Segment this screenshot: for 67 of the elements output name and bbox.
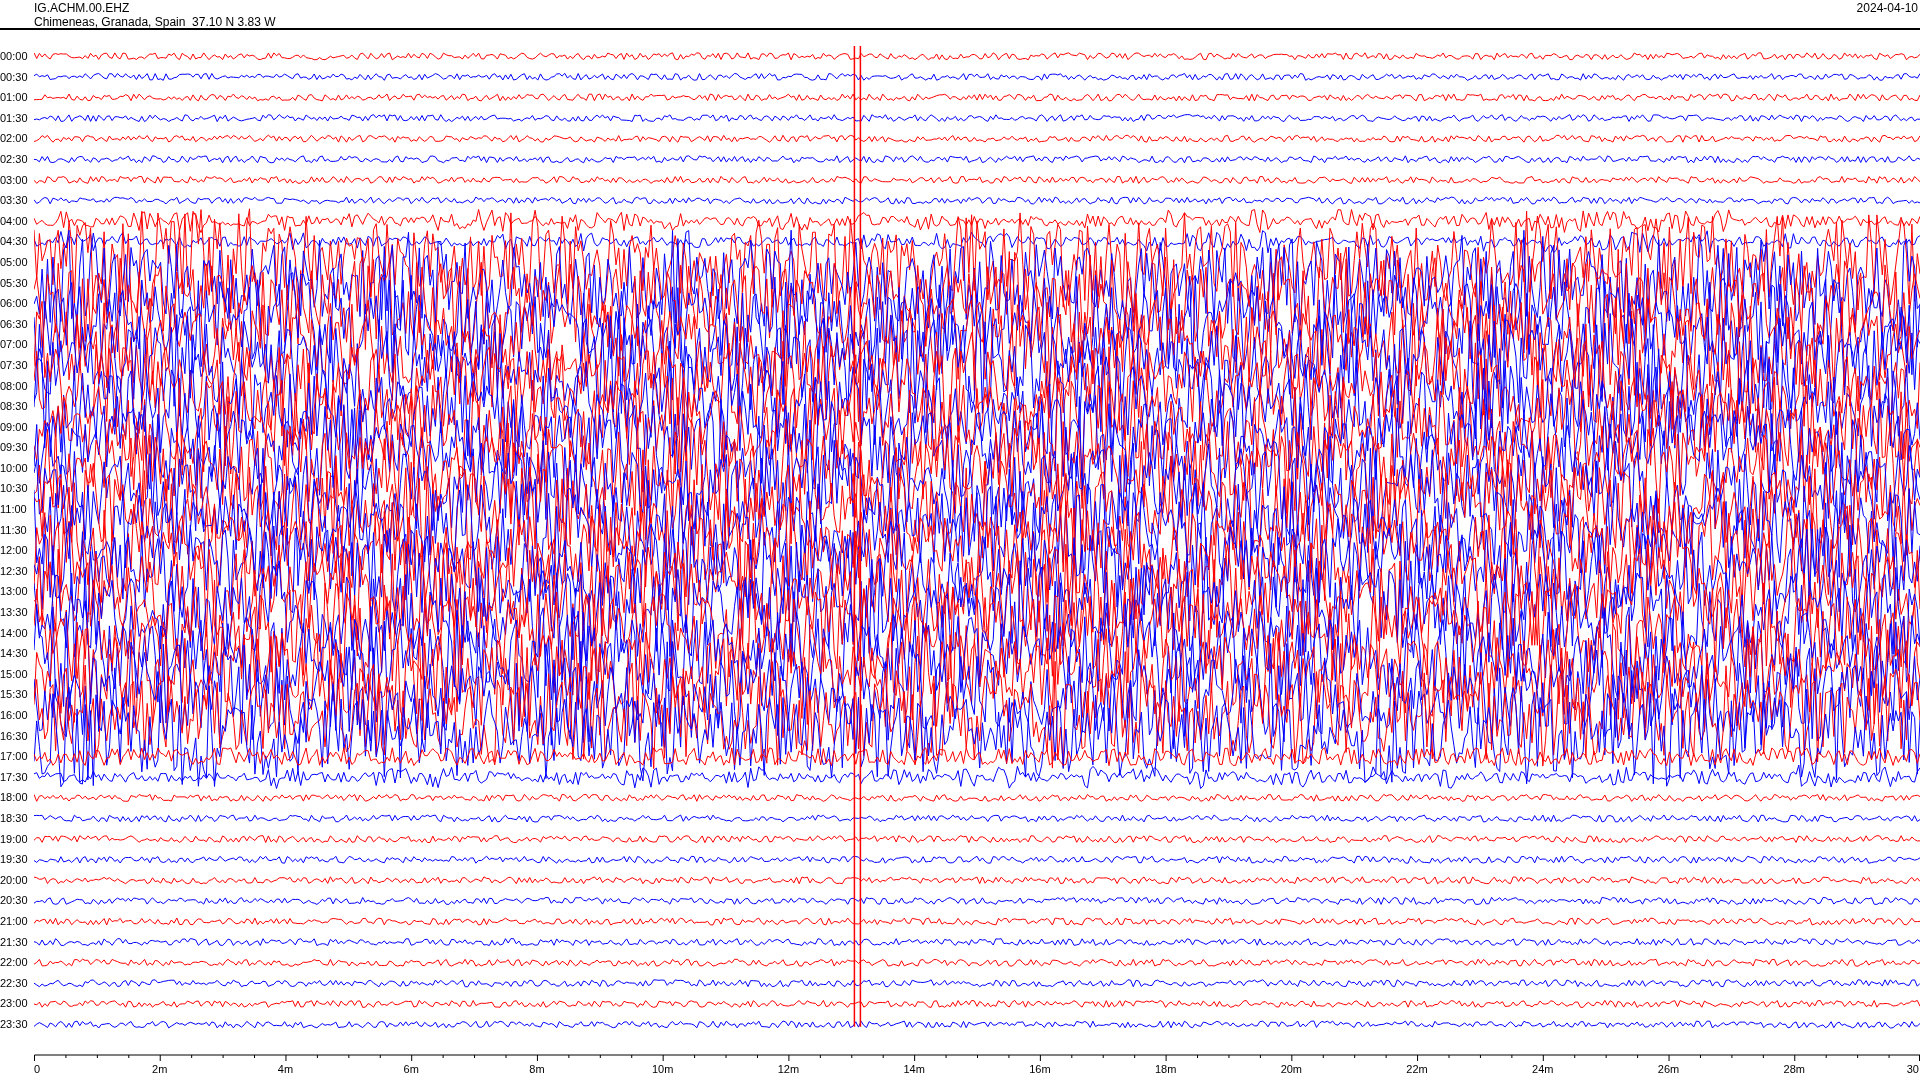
axis-tick-label: 22m (1406, 1063, 1428, 1075)
time-label: 07:30 (0, 357, 29, 373)
time-label: 08:00 (0, 378, 29, 394)
axis-tick-label: 24m (1532, 1063, 1554, 1075)
axis-tick-label: 20m (1280, 1063, 1303, 1075)
time-label: 13:00 (0, 584, 29, 600)
time-label: 16:00 (0, 708, 29, 723)
time-label: 05:00 (0, 254, 29, 270)
time-label: 05:30 (0, 275, 29, 291)
station-location: Chimeneas, Granada, Spain 37.10 N 3.83 W (34, 15, 276, 29)
time-label: 02:30 (0, 151, 29, 167)
axis-tick-label: 6m (403, 1063, 419, 1075)
time-label: 12:00 (0, 543, 29, 559)
time-label: 10:00 (0, 460, 29, 476)
time-label: 14:30 (0, 646, 29, 662)
station-code: IG.ACHM.00.EHZ (34, 1, 131, 15)
axis-tick-label: 28m (1783, 1063, 1805, 1075)
axis-tick-label: 4m (277, 1063, 294, 1075)
time-label: 03:30 (0, 193, 29, 209)
time-label: 00:30 (0, 69, 29, 85)
time-label: 06:00 (0, 296, 29, 312)
time-label: 07:00 (0, 337, 29, 353)
time-label: 02:00 (0, 131, 29, 147)
plot-date: 2024-04-10 (1856, 0, 1919, 17)
time-label: 13:30 (0, 605, 29, 621)
time-label: 21:00 (0, 913, 29, 929)
axis-tick-label: 18m (1154, 1063, 1177, 1075)
time-label: 21:30 (0, 934, 29, 950)
time-label: 11:30 (0, 522, 28, 538)
time-label: 17:30 (0, 769, 29, 785)
time-label: 00:00 (0, 49, 29, 64)
time-label: 18:30 (0, 810, 29, 826)
axis-tick-label: 14m (903, 1063, 925, 1075)
axis-tick-label: 16m (1029, 1063, 1051, 1075)
time-label: 23:30 (0, 1016, 29, 1032)
time-label: 19:30 (0, 852, 29, 868)
time-label: 11:00 (0, 502, 28, 518)
time-label: 04:00 (0, 213, 29, 229)
time-label: 23:00 (0, 996, 29, 1012)
axis-tick-label: 2m (152, 1063, 168, 1075)
axis-tick-label: 12m (777, 1063, 800, 1075)
axis-tick-label: 10m (651, 1063, 674, 1075)
time-label: 18:00 (0, 790, 29, 806)
time-label: 06:30 (0, 316, 29, 332)
time-label: 20:30 (0, 893, 29, 909)
time-label: 22:00 (0, 955, 29, 971)
time-label: 09:00 (0, 419, 29, 435)
time-label: 12:30 (0, 563, 29, 579)
axis-tick-label: 30 (1906, 1063, 1919, 1075)
time-label: 10:30 (0, 481, 29, 497)
time-label: 16:30 (0, 728, 29, 744)
time-label: 03:00 (0, 172, 29, 188)
time-label: 04:30 (0, 234, 29, 250)
time-label: 09:30 (0, 440, 29, 456)
time-label: 15:00 (0, 666, 29, 682)
axis-tick-label: 26m (1657, 1063, 1680, 1075)
axis-tick-label: 0 (34, 1063, 41, 1075)
time-label: 08:30 (0, 399, 29, 415)
time-label: 17:00 (0, 749, 29, 765)
time-label: 01:00 (0, 90, 29, 106)
time-label: 01:30 (0, 110, 29, 126)
axis-tick-label: 8m (529, 1063, 545, 1075)
time-label: 22:30 (0, 975, 29, 991)
time-label: 14:00 (0, 625, 29, 641)
time-label: 20:00 (0, 872, 29, 888)
time-label: 19:00 (0, 831, 29, 847)
time-label: 15:30 (0, 687, 29, 703)
